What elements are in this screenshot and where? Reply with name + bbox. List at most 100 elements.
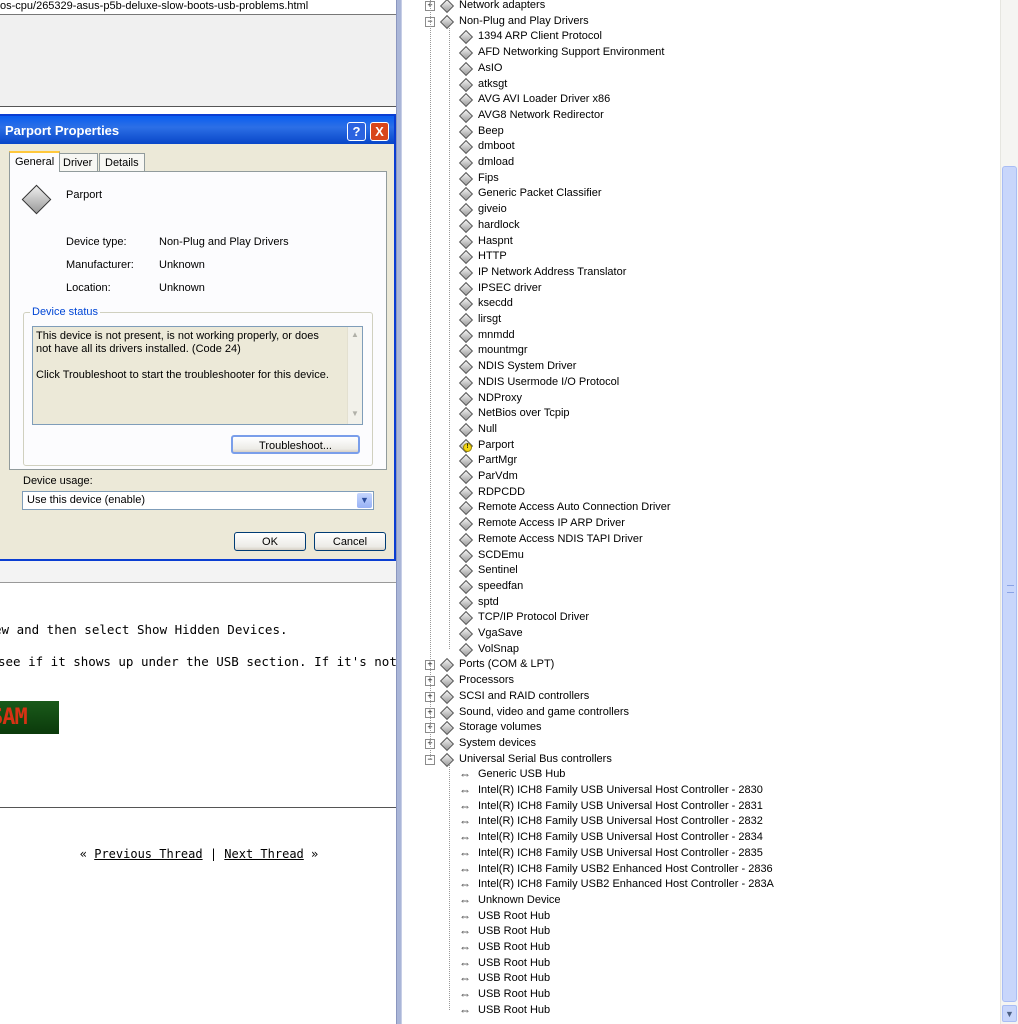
driver-glyph-icon	[458, 500, 474, 516]
driver-glyph-icon	[458, 391, 474, 407]
driver-glyph-icon	[458, 626, 474, 642]
usb-icon: ⇔	[459, 815, 471, 827]
status-hint: Click Troubleshoot to start the troubles…	[36, 369, 329, 381]
driver-icon	[458, 406, 474, 422]
driver-icon	[458, 343, 474, 359]
tree-item-label: IP Network Address Translator	[478, 266, 627, 278]
usb-glyph: ⇔	[459, 862, 471, 876]
driver-icon	[458, 202, 474, 218]
tree-item-label: USB Root Hub	[478, 972, 551, 984]
chevron-down-icon[interactable]: ▼	[357, 493, 372, 508]
usb-icon: ⇔	[459, 894, 471, 906]
post-text-line-1: ew and then select Show Hidden Devices.	[0, 622, 288, 637]
post-header-box	[0, 15, 398, 107]
processor-icon	[439, 673, 455, 689]
usb-glyph: ⇔	[459, 909, 471, 923]
driver-icon: !	[458, 438, 474, 454]
driver-glyph-icon	[458, 139, 474, 155]
tree-item-label: AsIO	[478, 62, 503, 74]
driver-glyph-icon	[458, 548, 474, 564]
category-glyph-icon	[439, 0, 455, 14]
tab-general[interactable]: General	[9, 151, 61, 172]
previous-thread-link[interactable]: Previous Thread	[94, 847, 202, 861]
scroll-down-button[interactable]: ▼	[1002, 1005, 1017, 1022]
driver-glyph-icon	[458, 328, 474, 344]
driver-icon	[458, 532, 474, 548]
tree-item-label: mnmdd	[478, 329, 515, 341]
dialog-title-bar[interactable]: Parport Properties ? X	[0, 116, 394, 144]
usb-icon: ⇔	[459, 831, 471, 843]
sound-icon	[439, 705, 455, 721]
tree-item-label: Intel(R) ICH8 Family USB Universal Host …	[478, 847, 763, 859]
driver-glyph-icon	[458, 532, 474, 548]
driver-glyph-icon	[458, 108, 474, 124]
next-thread-link[interactable]: Next Thread	[224, 847, 303, 861]
tree-item-label: Remote Access Auto Connection Driver	[478, 501, 671, 513]
tree-item-label: NDProxy	[478, 392, 523, 404]
driver-icon	[458, 626, 474, 642]
device-status-textbox[interactable]: This device is not present, is not worki…	[32, 326, 363, 425]
driver-glyph-icon	[458, 234, 474, 250]
tree-item-label: RDPCDD	[478, 486, 526, 498]
device-tree: + Network adapters − Non-Plug and Play Driv…	[402, 0, 1000, 1024]
driver-glyph-icon	[458, 610, 474, 626]
category-glyph-icon	[439, 752, 455, 768]
manufacturer-label: Manufacturer:	[66, 259, 134, 271]
tree-scrollbar[interactable]: ▼	[1000, 0, 1018, 1024]
tree-item-label: USB Root Hub	[478, 925, 551, 937]
usb-glyph: ⇔	[459, 767, 471, 781]
driver-glyph-icon	[458, 453, 474, 469]
tree-item-label: USB Root Hub	[478, 988, 551, 1000]
tab-driver[interactable]: Driver	[57, 153, 99, 171]
scsi-icon	[439, 689, 455, 705]
tree-item-label: lirsgt	[478, 313, 502, 325]
driver-icon	[458, 642, 474, 658]
post-text-line-2: see if it shows up under the USB section…	[0, 654, 398, 669]
driver-glyph-icon	[458, 249, 474, 265]
device-type-value: Non-Plug and Play Drivers	[159, 236, 289, 248]
tree-category-label: System devices	[459, 737, 537, 749]
status-scrollbar[interactable]: ▲ ▼	[347, 327, 362, 424]
driver-icon	[458, 29, 474, 45]
device-usage-value: Use this device (enable)	[27, 494, 146, 506]
tree-item-label: Sentinel	[478, 564, 518, 576]
tree-item-label: USB Root Hub	[478, 910, 551, 922]
device-usage-select[interactable]: Use this device (enable) ▼	[22, 491, 374, 510]
close-button[interactable]: X	[370, 122, 389, 141]
driver-icon	[458, 139, 474, 155]
network-icon	[439, 0, 455, 14]
driver-glyph-icon	[458, 375, 474, 391]
driver-glyph-icon	[458, 359, 474, 375]
tree-item-label: HTTP	[478, 250, 507, 262]
tree-item-label: Remote Access IP ARP Driver	[478, 517, 625, 529]
driver-glyph-icon	[458, 595, 474, 611]
driver-icon	[458, 108, 474, 124]
troubleshoot-button[interactable]: Troubleshoot...	[231, 435, 360, 454]
tree-category-label: Sound, video and game controllers	[459, 706, 629, 718]
tab-details[interactable]: Details	[99, 153, 145, 171]
driver-icon	[458, 186, 474, 202]
page-url-text: os-cpu/265329-asus-p5b-deluxe-slow-boots…	[0, 0, 398, 15]
driver-icon	[458, 249, 474, 265]
tree-item-label: Unknown Device	[478, 894, 561, 906]
help-button[interactable]: ?	[347, 122, 366, 141]
usb-glyph: ⇔	[459, 893, 471, 907]
tree-item-label: Beep	[478, 125, 504, 137]
driver-icon	[458, 77, 474, 93]
tree-item-label: NDIS System Driver	[478, 360, 577, 372]
driver-icon	[458, 312, 474, 328]
driver-glyph-icon	[458, 343, 474, 359]
scrollbar-thumb[interactable]	[1002, 166, 1017, 1002]
tree-item-label: mountmgr	[478, 344, 528, 356]
ok-button[interactable]: OK	[234, 532, 306, 551]
cancel-button[interactable]: Cancel	[314, 532, 386, 551]
scroll-down-icon[interactable]: ▼	[350, 409, 360, 419]
tree-item-label: VgaSave	[478, 627, 523, 639]
tree-item-label: Intel(R) ICH8 Family USB Universal Host …	[478, 800, 763, 812]
scroll-up-icon[interactable]: ▲	[350, 330, 360, 340]
driver-icon	[458, 610, 474, 626]
driver-glyph-icon	[458, 642, 474, 658]
tree-category-label: Processors	[459, 674, 515, 686]
tree-connector-line	[430, 0, 431, 759]
tree-item-label: Intel(R) ICH8 Family USB2 Enhanced Host …	[478, 863, 773, 875]
